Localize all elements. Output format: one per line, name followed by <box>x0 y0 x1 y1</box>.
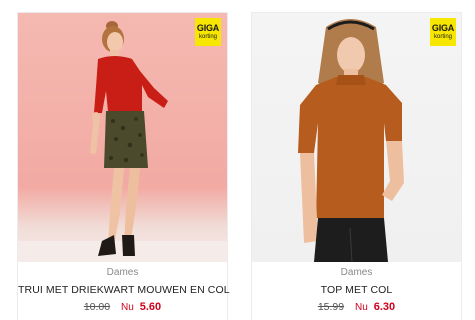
badge-subtitle: korting <box>433 34 452 40</box>
badge-title: GIGA <box>196 23 220 33</box>
badge-subtitle: korting <box>198 34 217 40</box>
product-grid: GIGA korting Dames TRUI MET DRIEKWART MO… <box>0 0 475 320</box>
product-title[interactable]: TOP MET COL <box>252 284 461 296</box>
old-price: 15.99 <box>317 301 345 313</box>
product-prices: 15.99 Nu 6.30 <box>252 301 461 313</box>
new-price: 6.30 <box>373 301 396 313</box>
now-label: Nu <box>121 302 134 313</box>
product-category: Dames <box>106 267 139 278</box>
giga-korting-badge: GIGA korting <box>430 18 456 46</box>
product-image[interactable]: GIGA korting <box>252 13 461 262</box>
product-card[interactable]: GIGA korting Dames TOP MET COL 15.99 Nu … <box>252 13 461 320</box>
new-price: 5.60 <box>139 301 162 313</box>
old-price: 10.00 <box>83 301 111 313</box>
product-title[interactable]: TRUI MET DRIEKWART MOUWEN EN COL <box>18 284 230 296</box>
product-card[interactable]: GIGA korting Dames TRUI MET DRIEKWART MO… <box>18 13 230 320</box>
product-category: Dames <box>340 267 373 278</box>
product-image[interactable]: GIGA korting <box>18 13 227 262</box>
product-info: Dames TRUI MET DRIEKWART MOUWEN EN COL 1… <box>18 262 230 320</box>
now-label: Nu <box>355 302 368 313</box>
product-info: Dames TOP MET COL 15.99 Nu 6.30 <box>252 262 461 320</box>
badge-title: GIGA <box>431 23 455 33</box>
product-prices: 10.00 Nu 5.60 <box>18 301 227 313</box>
giga-korting-badge: GIGA korting <box>195 18 221 46</box>
